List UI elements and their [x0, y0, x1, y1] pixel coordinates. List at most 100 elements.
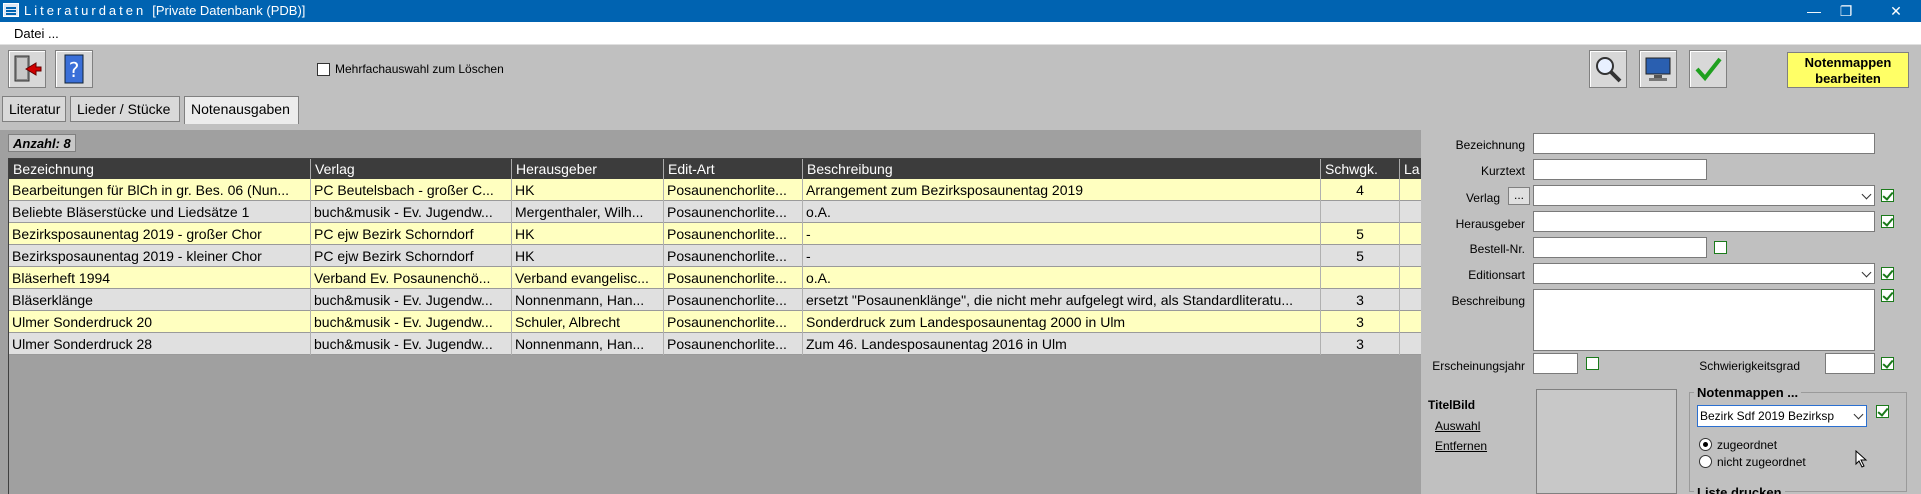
col-edit-art[interactable]: Edit-Art: [664, 159, 803, 179]
cell-beschreibung: Sonderdruck zum Landesposaunentag 2000 i…: [803, 311, 1321, 333]
label-bestell-nr: Bestell-Nr.: [1469, 242, 1525, 256]
kurztext-input[interactable]: [1533, 159, 1707, 180]
chevron-down-icon: [1861, 189, 1872, 200]
cell-la: [1400, 223, 1421, 245]
notenmappen-select[interactable]: Bezirk Sdf 2019 Bezirksp: [1697, 405, 1867, 427]
cell-schwgk: [1321, 201, 1400, 223]
chevron-down-icon: [1861, 267, 1872, 278]
col-schwgk[interactable]: Schwgk.: [1321, 159, 1400, 179]
cell-beschreibung: o.A.: [803, 267, 1321, 289]
col-verlag[interactable]: Verlag: [311, 159, 512, 179]
cell-edit-art: Posaunenchorlite...: [664, 311, 803, 333]
beschreibung-textarea[interactable]: [1533, 289, 1875, 351]
menu-datei[interactable]: Datei ...: [14, 26, 59, 41]
grid-header: Bezeichnung Verlag Herausgeber Edit-Art …: [9, 159, 1421, 179]
cell-beschreibung: Arrangement zum Bezirksposaunentag 2019: [803, 179, 1321, 201]
bezeichnung-input[interactable]: [1533, 133, 1875, 154]
tab-notenausgaben[interactable]: Notenausgaben: [184, 96, 299, 124]
zugeordnet-radio[interactable]: [1699, 438, 1712, 451]
bestell-nr-input[interactable]: [1533, 237, 1707, 258]
exit-door-icon: [14, 55, 42, 82]
table-row[interactable]: Bearbeitungen für BlCh in gr. Bes. 06 (N…: [9, 179, 1421, 201]
erscheinungsjahr-input[interactable]: [1533, 353, 1578, 374]
search-button[interactable]: [1589, 50, 1627, 88]
record-count: Anzahl: 8: [8, 134, 76, 152]
notenmappen-group-title: Notenmappen ...: [1694, 385, 1802, 400]
close-button[interactable]: ✕: [1873, 0, 1919, 22]
label-verlag: Verlag: [1465, 191, 1500, 205]
tab-literatur[interactable]: Literatur: [2, 96, 66, 122]
cell-bezeichnung: Bearbeitungen für BlCh in gr. Bes. 06 (N…: [9, 179, 311, 201]
col-la[interactable]: La: [1400, 159, 1421, 179]
titelbild-preview: [1536, 389, 1677, 494]
herausgeber-filter-checkbox[interactable]: [1881, 215, 1894, 228]
tab-lieder-stuecke[interactable]: Lieder / Stücke: [70, 96, 180, 122]
bestell-nr-filter-checkbox[interactable]: [1714, 241, 1727, 254]
chevron-down-icon: [1853, 409, 1864, 420]
cell-edit-art: Posaunenchorlite...: [664, 223, 803, 245]
cell-verlag: PC Beutelsbach - großer C...: [311, 179, 512, 201]
cell-verlag: buch&musik - Ev. Jugendw...: [311, 201, 512, 223]
nicht-zugeordnet-label: nicht zugeordnet: [1717, 455, 1806, 469]
cell-schwgk: 4: [1321, 179, 1400, 201]
schwierigkeitsgrad-input[interactable]: [1825, 353, 1875, 374]
cell-verlag: PC ejw Bezirk Schorndorf: [311, 223, 512, 245]
notenmappen-bearbeiten-button[interactable]: Notenmappen bearbeiten: [1787, 52, 1909, 88]
schwierigkeitsgrad-filter-checkbox[interactable]: [1881, 357, 1894, 370]
table-row[interactable]: Bezirksposaunentag 2019 - kleiner Chor PC…: [9, 245, 1421, 267]
table-row[interactable]: Beliebte Bläserstücke und Liedsätze 1 buc…: [9, 201, 1421, 223]
notenmappen-selected-value: Bezirk Sdf 2019 Bezirksp: [1700, 409, 1835, 423]
confirm-button[interactable]: [1689, 50, 1727, 88]
cell-herausgeber: HK: [512, 179, 664, 201]
cell-verlag: buch&musik - Ev. Jugendw...: [311, 311, 512, 333]
verlag-select[interactable]: [1533, 185, 1875, 206]
cell-bezeichnung: Beliebte Bläserstücke und Liedsätze 1: [9, 201, 311, 223]
titelbild-entfernen-link[interactable]: Entfernen: [1435, 439, 1487, 453]
col-beschreibung[interactable]: Beschreibung: [803, 159, 1321, 179]
verlag-filter-checkbox[interactable]: [1881, 189, 1894, 202]
label-herausgeber: Herausgeber: [1455, 217, 1525, 231]
editionsart-select[interactable]: [1533, 263, 1875, 284]
app-icon: [3, 3, 19, 17]
cell-schwgk: [1321, 267, 1400, 289]
table-row[interactable]: Ulmer Sonderdruck 20 buch&musik - Ev. Jug…: [9, 311, 1421, 333]
window-subtitle: [Private Datenbank (PDB)]: [152, 3, 306, 18]
cell-edit-art: Posaunenchorlite...: [664, 289, 803, 311]
erscheinungsjahr-filter-checkbox[interactable]: [1586, 357, 1599, 370]
cell-la: [1400, 179, 1421, 201]
beschreibung-filter-checkbox[interactable]: [1881, 289, 1894, 302]
nicht-zugeordnet-radio[interactable]: [1699, 455, 1712, 468]
checkmark-icon: [1695, 57, 1722, 82]
help-button[interactable]: ?: [55, 50, 93, 88]
cell-edit-art: Posaunenchorlite...: [664, 267, 803, 289]
menu-bar: Datei ...: [0, 22, 1921, 45]
cell-bezeichnung: Bezirksposaunentag 2019 - großer Chor: [9, 223, 311, 245]
cell-verlag: buch&musik - Ev. Jugendw...: [311, 289, 512, 311]
cell-beschreibung: -: [803, 245, 1321, 267]
cell-herausgeber: HK: [512, 223, 664, 245]
cell-schwgk: 5: [1321, 223, 1400, 245]
restore-button[interactable]: ❐: [1823, 0, 1869, 22]
verlag-lookup-button[interactable]: ...: [1508, 187, 1530, 205]
titelbild-label: TitelBild: [1428, 398, 1476, 412]
mehrfach-checkbox[interactable]: [317, 63, 330, 76]
exit-button[interactable]: [8, 50, 46, 88]
cell-herausgeber: Verband evangelisc...: [512, 267, 664, 289]
editionsart-filter-checkbox[interactable]: [1881, 267, 1894, 280]
cell-la: [1400, 267, 1421, 289]
cell-la: [1400, 201, 1421, 223]
titelbild-auswahl-link[interactable]: Auswahl: [1435, 419, 1480, 433]
col-herausgeber[interactable]: Herausgeber: [512, 159, 664, 179]
col-bezeichnung[interactable]: Bezeichnung: [9, 159, 311, 179]
data-grid[interactable]: Bezeichnung Verlag Herausgeber Edit-Art …: [8, 158, 1421, 494]
table-row[interactable]: Ulmer Sonderdruck 28 buch&musik - Ev. Jug…: [9, 333, 1421, 355]
cell-verlag: Verband Ev. Posaunenchö...: [311, 267, 512, 289]
herausgeber-input[interactable]: [1533, 211, 1875, 232]
table-row[interactable]: Bläserklänge buch&musik - Ev. Jugendw... N…: [9, 289, 1421, 311]
table-row[interactable]: Bläserheft 1994 Verband Ev. Posaunenchö..…: [9, 267, 1421, 289]
cell-herausgeber: Schuler, Albrecht: [512, 311, 664, 333]
notenmappen-filter-checkbox[interactable]: [1876, 405, 1889, 418]
table-row[interactable]: Bezirksposaunentag 2019 - großer Chor PC …: [9, 223, 1421, 245]
cell-bezeichnung: Bläserklänge: [9, 289, 311, 311]
monitor-button[interactable]: [1639, 50, 1677, 88]
